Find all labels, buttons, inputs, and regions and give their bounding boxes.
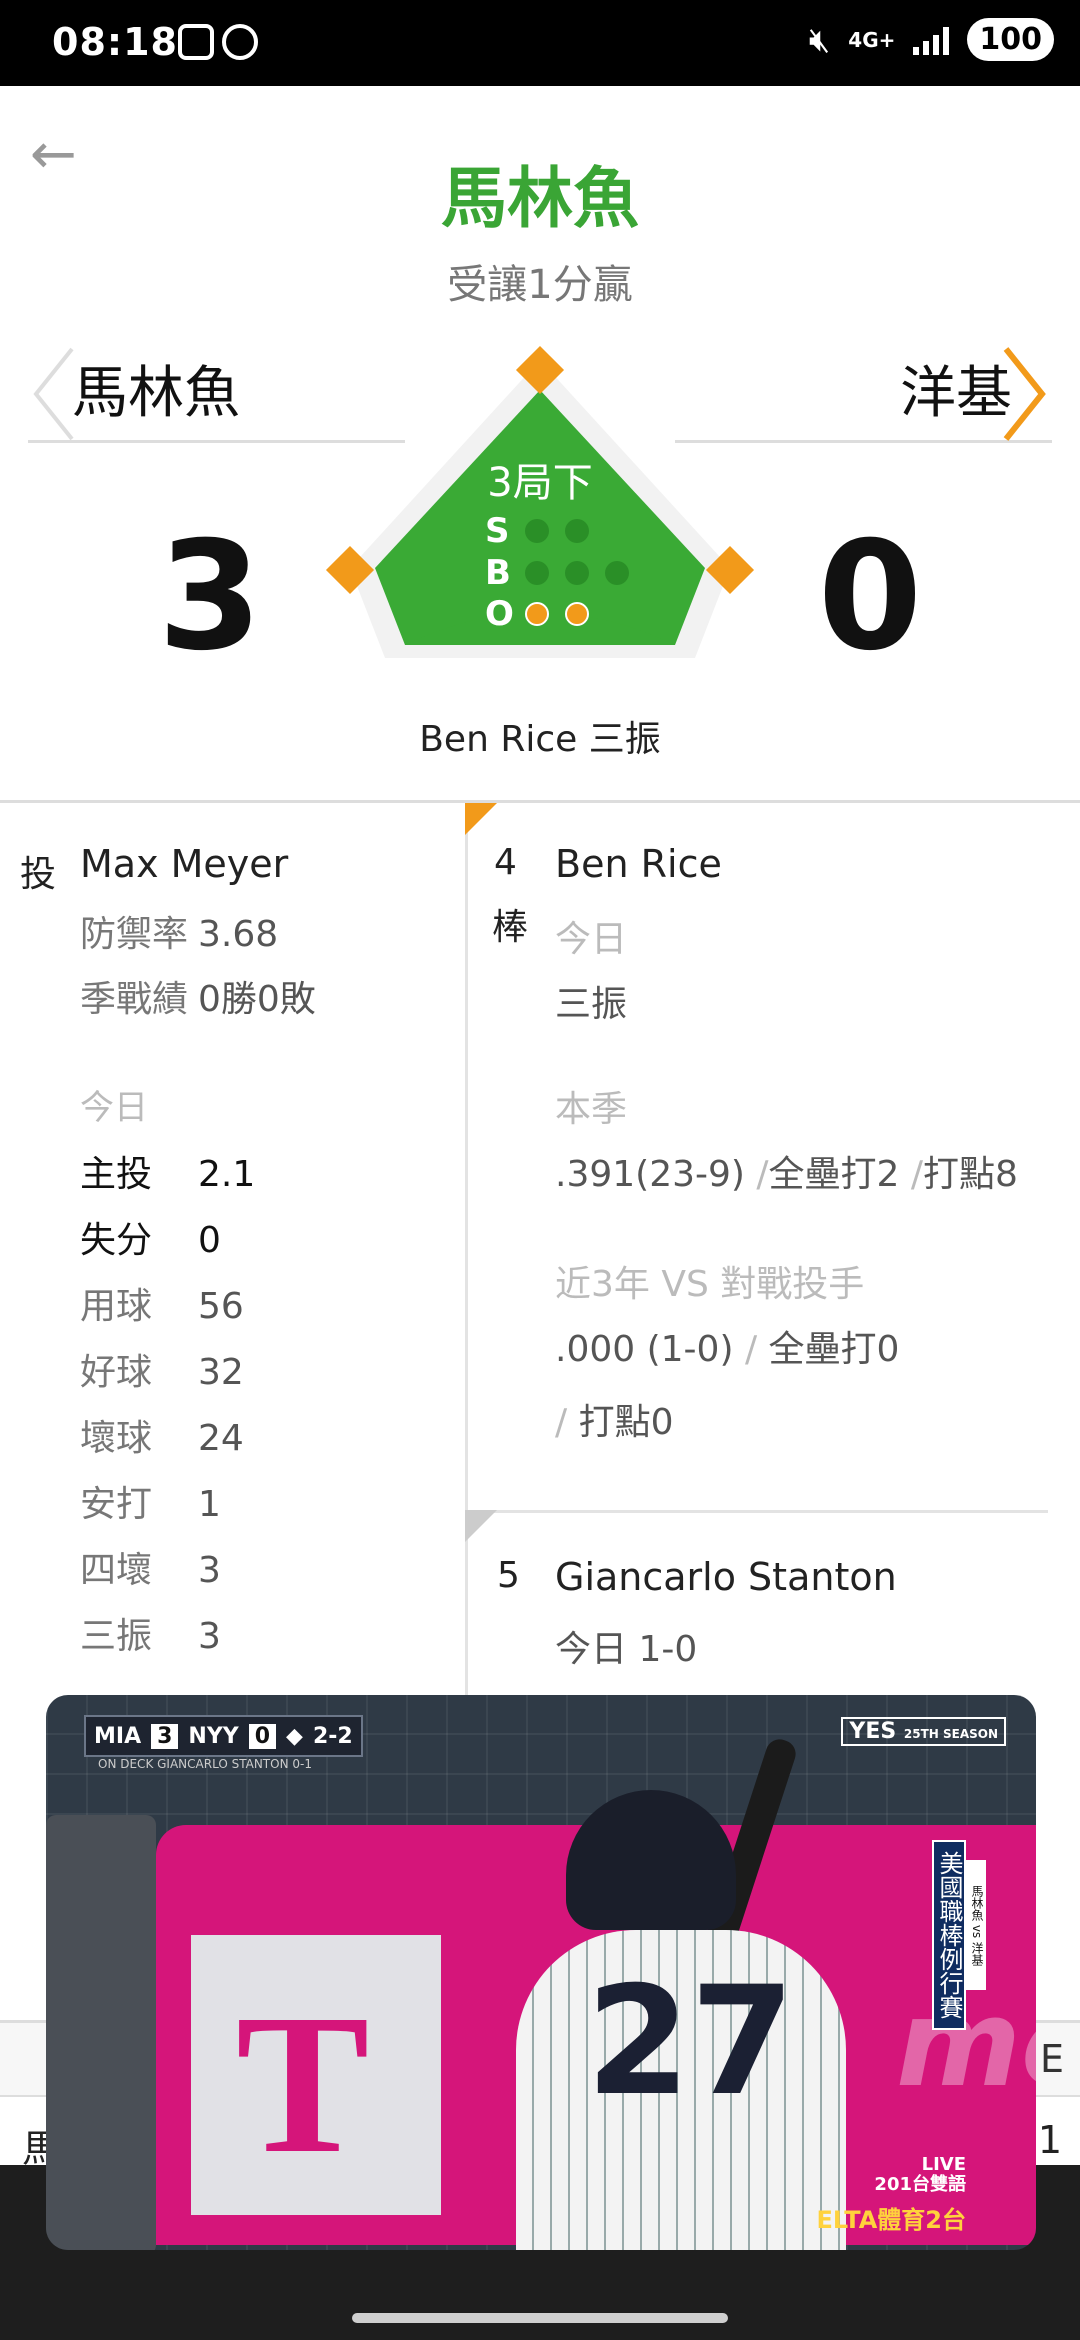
network-type: 4G+: [848, 27, 896, 52]
status-bar: 08:18 🔇︎ 4G+ 100: [0, 0, 1080, 86]
broadcast-banner: 美國職棒例行賽: [932, 1840, 966, 2030]
ball-dot: [605, 561, 629, 585]
current-marker: [465, 803, 497, 835]
pitcher-stat-row: 失分 0: [80, 1220, 221, 1261]
video-scorebug: MIA 3 NYY 0 ◆ 2-2: [84, 1715, 363, 1757]
next-batting-order: 5: [497, 1555, 520, 1596]
broadcast-matchup: 馬林魚 vs 洋基: [966, 1860, 986, 1990]
ball-dot: [525, 561, 549, 585]
signal-icon: [913, 25, 950, 55]
batter-name[interactable]: Ben Rice: [555, 842, 722, 886]
strike-count: S: [485, 511, 605, 551]
next-marker: [465, 1510, 497, 1542]
pitcher-stat-row: 三振 3: [80, 1616, 221, 1657]
batter-vs-rbi: / 打點0: [555, 1402, 674, 1443]
pitcher-stat-row: 用球 56: [80, 1286, 244, 1327]
pitcher-record: 季戰績 0勝0敗: [80, 979, 316, 1020]
bet-result: 受讓1分贏: [447, 262, 633, 308]
scorebug-bases-icon: ◆: [286, 1723, 303, 1749]
live-video-pip[interactable]: T me 27 MIA3 NYY0 ◆ 2-2 ON DECK GIANCARL…: [46, 1695, 1036, 2250]
out-dot: [525, 602, 549, 626]
pitcher-name[interactable]: Max Meyer: [80, 842, 288, 886]
inning-indicator: 3局下: [487, 460, 593, 506]
home-score: 0: [817, 510, 923, 684]
sync-icon: [222, 24, 258, 60]
ball-dot: [565, 561, 589, 585]
base-diamond: 3局下 S B O: [310, 340, 770, 670]
jersey-number: 27: [586, 1955, 795, 2129]
batter-vs-stats: .000 (1-0) / 全壘打0: [555, 1329, 900, 1370]
wall-text: me: [896, 1975, 1036, 2114]
chevron-right-icon: [1003, 347, 1046, 441]
row-divider: [468, 1510, 1048, 1513]
batter-today-result: 三振: [555, 984, 628, 1025]
mute-icon: 🔇︎: [808, 19, 831, 60]
out-count: O: [485, 594, 605, 634]
tmobile-logo: T: [236, 1974, 370, 2195]
next-batter-name[interactable]: Giancarlo Stanton: [555, 1555, 897, 1599]
batter-today-label: 今日: [555, 919, 628, 960]
winner-team: 馬林魚: [441, 160, 639, 237]
live-badge: LIVE 201台雙語: [874, 2154, 966, 2195]
elta-logo: ELTA體育2台: [816, 2206, 967, 2234]
pitcher-today-label: 今日: [80, 1088, 148, 1128]
padding-wall: [46, 1815, 156, 2250]
away-score: 3: [157, 510, 263, 684]
away-team-name: 馬林魚: [72, 361, 240, 426]
pitcher-stat-row: 主投 2.1: [80, 1154, 256, 1195]
pitcher-era: 防禦率 3.68: [80, 914, 279, 955]
last-play: Ben Rice 三振: [419, 719, 661, 760]
pitcher-stat-row: 安打 1: [80, 1484, 221, 1525]
pitcher-tag: 投: [20, 854, 57, 895]
screenshot-icon: [178, 24, 214, 60]
batting-order-suffix: 棒: [492, 907, 529, 948]
ondeck-text: ON DECK GIANCARLO STANTON 0-1: [98, 1757, 312, 1771]
home-gesture-bar[interactable]: [352, 2313, 728, 2323]
batter-vs-label: 近3年 VS 對戰投手: [555, 1264, 865, 1305]
batting-order: 4: [494, 842, 517, 883]
battery-indicator: 100: [967, 18, 1054, 61]
pitcher-stat-row: 壞球 24: [80, 1418, 244, 1459]
status-time: 08:18: [52, 20, 178, 64]
batter-season-label: 本季: [555, 1089, 628, 1130]
out-dot: [565, 602, 589, 626]
column-divider: [465, 803, 468, 1703]
ball-count: B: [485, 553, 645, 593]
batter-season-stats: .391(23-9) /全壘打2 /打點8: [555, 1154, 1018, 1195]
strike-dot: [525, 519, 549, 543]
pitcher-stat-row: 四壞 3: [80, 1550, 221, 1591]
errors-column-header: E: [1039, 2037, 1064, 2081]
pitcher-stat-row: 好球 32: [80, 1352, 244, 1393]
channel-logo: YES 25TH SEASON: [841, 1717, 1006, 1746]
next-batter-today: 今日 1-0: [555, 1629, 698, 1670]
chevron-left-icon: [33, 347, 74, 441]
box-score-errors: 1: [1037, 2118, 1062, 2162]
strike-dot: [565, 519, 589, 543]
divider: [0, 800, 1080, 803]
